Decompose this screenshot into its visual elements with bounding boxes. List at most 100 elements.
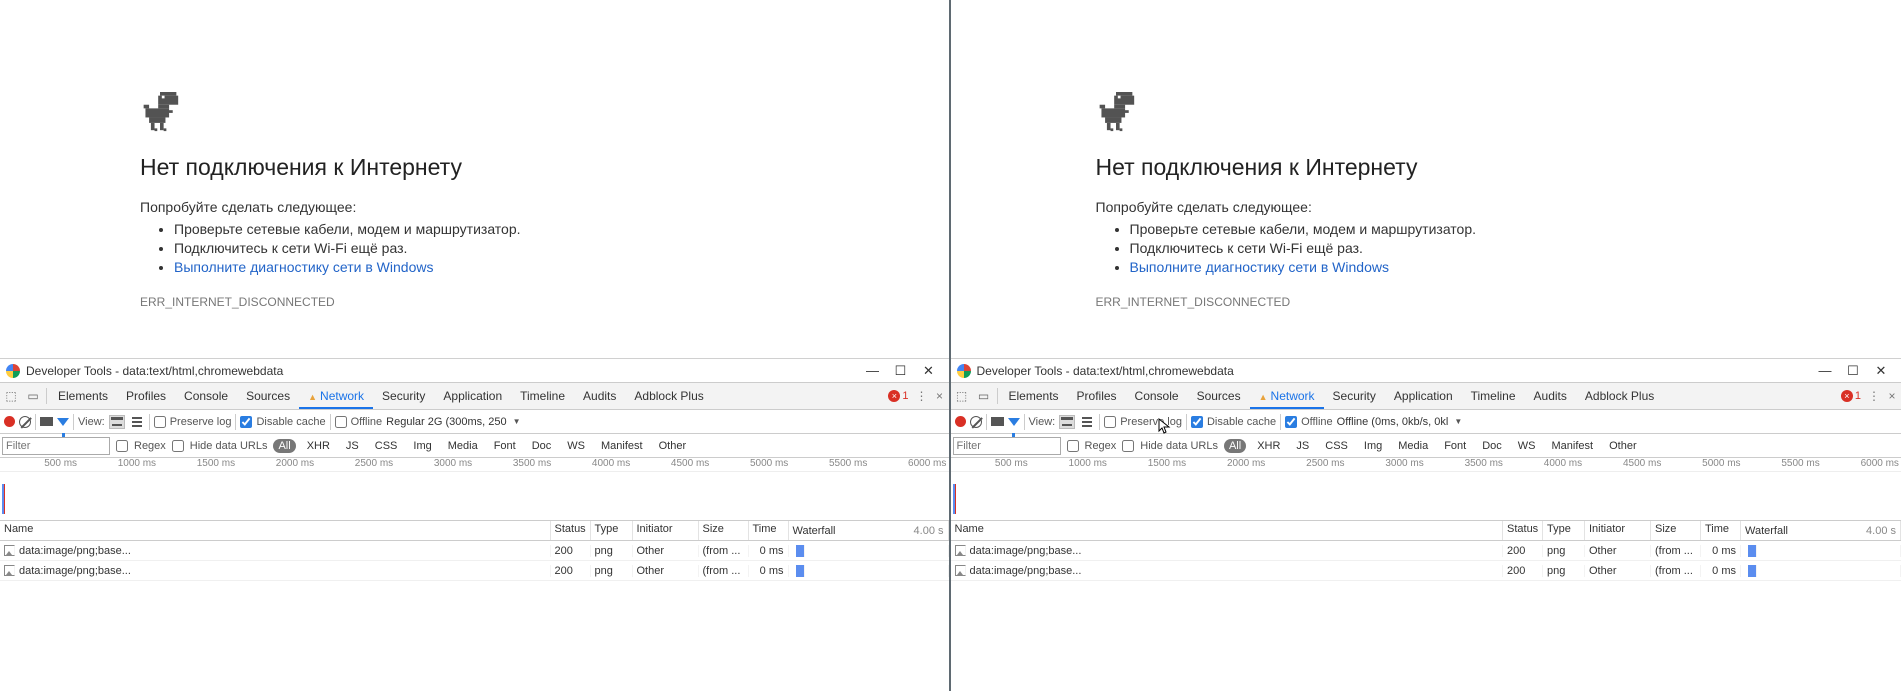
col-waterfall[interactable]: Waterfall4.00 s	[1741, 521, 1901, 540]
tab-adblock-plus[interactable]: Adblock Plus	[1576, 383, 1663, 409]
view-small-icon[interactable]	[1079, 415, 1095, 429]
tab-timeline[interactable]: Timeline	[511, 383, 574, 409]
max-button[interactable]: ☐	[887, 363, 915, 379]
filter-type-manifest[interactable]: Manifest	[1547, 439, 1599, 453]
filter-type-other[interactable]: Other	[1604, 439, 1642, 453]
col-size[interactable]: Size	[1651, 521, 1701, 540]
dropdown-icon[interactable]: ▼	[513, 417, 521, 426]
col-status[interactable]: Status	[1503, 521, 1543, 540]
tab-application[interactable]: Application	[434, 383, 511, 409]
error-badge[interactable]: ×1	[888, 390, 908, 402]
col-initiator[interactable]: Initiator	[1585, 521, 1651, 540]
inspect-icon[interactable]: ⬚	[0, 385, 22, 407]
hide-urls-checkbox[interactable]	[172, 440, 184, 452]
more-icon[interactable]: ⋮	[1865, 389, 1883, 403]
min-button[interactable]: —	[1811, 363, 1839, 378]
offline-checkbox[interactable]	[1285, 416, 1297, 428]
tab-elements[interactable]: Elements	[1000, 383, 1068, 409]
timeline[interactable]: 500 ms1000 ms1500 ms2000 ms2500 ms3000 m…	[951, 458, 1901, 521]
col-type[interactable]: Type	[591, 521, 633, 540]
tab-sources[interactable]: Sources	[1188, 383, 1250, 409]
tab-network[interactable]: Network	[1250, 383, 1324, 409]
tab-timeline[interactable]: Timeline	[1462, 383, 1525, 409]
diagnostic-link[interactable]: Выполните диагностику сети в Windows	[174, 259, 433, 275]
filter-type-css[interactable]: CSS	[1320, 439, 1353, 453]
col-size[interactable]: Size	[699, 521, 749, 540]
min-button[interactable]: —	[859, 363, 887, 378]
col-time[interactable]: Time	[749, 521, 789, 540]
filter-type-media[interactable]: Media	[443, 439, 483, 453]
device-icon[interactable]: ▭	[973, 385, 995, 407]
inspect-icon[interactable]: ⬚	[951, 385, 973, 407]
filter-type-img[interactable]: Img	[408, 439, 436, 453]
col-time[interactable]: Time	[1701, 521, 1741, 540]
close-devtools-icon[interactable]: ×	[1883, 389, 1901, 403]
filter-type-js[interactable]: JS	[341, 439, 364, 453]
error-badge[interactable]: ×1	[1841, 390, 1861, 402]
filter-type-ws[interactable]: WS	[1513, 439, 1541, 453]
view-large-icon[interactable]	[1059, 415, 1075, 429]
col-status[interactable]: Status	[551, 521, 591, 540]
clear-icon[interactable]	[19, 416, 31, 428]
request-row[interactable]: data:image/png;base...200pngOther(from .…	[0, 541, 949, 561]
tab-audits[interactable]: Audits	[574, 383, 625, 409]
filter-type-css[interactable]: CSS	[370, 439, 403, 453]
request-row[interactable]: data:image/png;base...200pngOther(from .…	[951, 561, 1901, 581]
disable-cache-checkbox[interactable]	[240, 416, 252, 428]
col-type[interactable]: Type	[1543, 521, 1585, 540]
tab-profiles[interactable]: Profiles	[117, 383, 175, 409]
filter-type-doc[interactable]: Doc	[1477, 439, 1507, 453]
tab-console[interactable]: Console	[175, 383, 237, 409]
disable-cache-checkbox[interactable]	[1191, 416, 1203, 428]
filter-type-all[interactable]: All	[273, 439, 295, 453]
filter-type-img[interactable]: Img	[1359, 439, 1387, 453]
col-name[interactable]: Name	[0, 521, 551, 540]
diagnostic-link[interactable]: Выполните диагностику сети в Windows	[1130, 259, 1389, 275]
regex-checkbox[interactable]	[116, 440, 128, 452]
device-icon[interactable]: ▭	[22, 385, 44, 407]
throttle-select[interactable]: Offline (0ms, 0kb/s, 0kl	[1337, 416, 1451, 428]
filter-type-font[interactable]: Font	[1439, 439, 1471, 453]
record-icon[interactable]	[4, 416, 15, 427]
throttle-select[interactable]: Regular 2G (300ms, 250	[386, 416, 508, 428]
filter-input[interactable]	[953, 437, 1061, 455]
filter-icon[interactable]	[1008, 418, 1020, 426]
max-button[interactable]: ☐	[1839, 363, 1867, 379]
filter-type-doc[interactable]: Doc	[527, 439, 557, 453]
filter-type-all[interactable]: All	[1224, 439, 1246, 453]
filter-type-xhr[interactable]: XHR	[1252, 439, 1285, 453]
tab-audits[interactable]: Audits	[1525, 383, 1576, 409]
filter-type-ws[interactable]: WS	[562, 439, 590, 453]
tab-elements[interactable]: Elements	[49, 383, 117, 409]
request-row[interactable]: data:image/png;base...200pngOther(from .…	[951, 541, 1901, 561]
filter-icon[interactable]	[57, 418, 69, 426]
col-initiator[interactable]: Initiator	[633, 521, 699, 540]
tab-security[interactable]: Security	[1324, 383, 1385, 409]
preserve-log-checkbox[interactable]	[154, 416, 166, 428]
filter-type-manifest[interactable]: Manifest	[596, 439, 648, 453]
col-name[interactable]: Name	[951, 521, 1504, 540]
filter-type-font[interactable]: Font	[489, 439, 521, 453]
view-large-icon[interactable]	[109, 415, 125, 429]
tab-sources[interactable]: Sources	[237, 383, 299, 409]
tab-security[interactable]: Security	[373, 383, 434, 409]
filter-type-xhr[interactable]: XHR	[302, 439, 335, 453]
tab-profiles[interactable]: Profiles	[1068, 383, 1126, 409]
close-button[interactable]: ✕	[1867, 363, 1895, 379]
hide-urls-checkbox[interactable]	[1122, 440, 1134, 452]
filter-type-js[interactable]: JS	[1291, 439, 1314, 453]
regex-checkbox[interactable]	[1067, 440, 1079, 452]
timeline[interactable]: 500 ms1000 ms1500 ms2000 ms2500 ms3000 m…	[0, 458, 949, 521]
dropdown-icon[interactable]: ▼	[1454, 417, 1462, 426]
tab-network[interactable]: Network	[299, 383, 373, 409]
record-icon[interactable]	[955, 416, 966, 427]
col-waterfall[interactable]: Waterfall4.00 s	[789, 521, 949, 540]
more-icon[interactable]: ⋮	[913, 389, 931, 403]
request-row[interactable]: data:image/png;base...200pngOther(from .…	[0, 561, 949, 581]
tab-adblock-plus[interactable]: Adblock Plus	[625, 383, 712, 409]
filter-input[interactable]	[2, 437, 110, 455]
offline-checkbox[interactable]	[335, 416, 347, 428]
view-small-icon[interactable]	[129, 415, 145, 429]
clear-icon[interactable]	[970, 416, 982, 428]
tab-console[interactable]: Console	[1126, 383, 1188, 409]
